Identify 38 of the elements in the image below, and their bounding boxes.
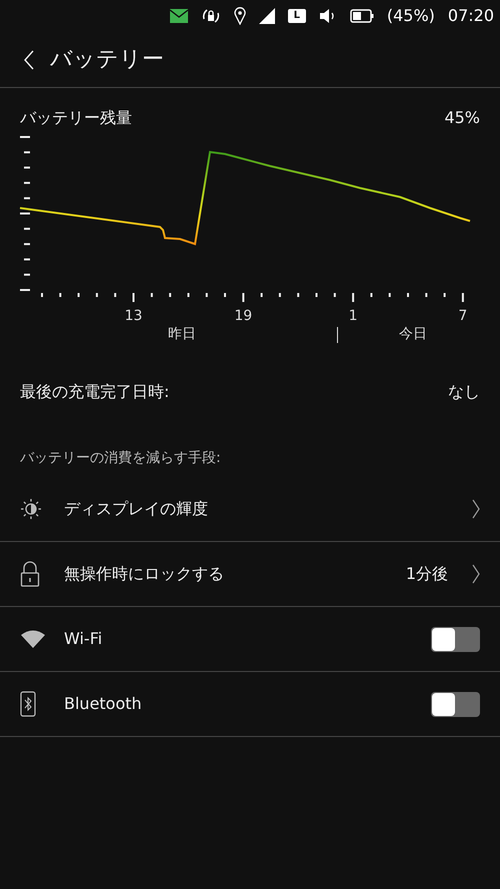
settings-row[interactable]: ディスプレイの輝度 [0,477,500,542]
settings-row[interactable]: Wi-Fi [0,607,500,672]
axis-label: 19 [234,307,252,326]
signal-icon [258,8,275,24]
battery-level-label: バッテリー残量 [20,107,132,129]
battery-percent: (45%) [386,5,435,27]
toggle-switch[interactable] [431,692,480,716]
axis-label: 1 [348,307,358,326]
wifi-icon [20,629,46,649]
settings-row[interactable]: Bluetooth [0,672,500,737]
toggle-switch[interactable] [431,626,480,652]
network-badge: L [288,9,306,23]
last-charge-value: なし [448,381,480,403]
settings-row[interactable]: 無操作時にロックする 1分後 [0,542,500,607]
location-pin-icon [234,7,246,25]
axis-label: 7 [458,307,468,326]
axis-label: 13 [124,307,142,326]
battery-level-value: 45% [444,107,480,129]
mail-icon [170,9,188,23]
lock-icon [20,561,40,587]
last-charge-label: 最後の充電完了日時: [20,381,170,403]
row-value: 1分後 [406,563,448,585]
clock: 07:20 [448,5,494,27]
battery-icon [350,9,374,23]
bluetooth-icon [20,691,36,717]
chevron-icon [472,564,480,584]
row-label: ディスプレイの輝度 [64,498,209,520]
day-label: 昨日 [168,325,196,344]
page-title: バッテリー [50,46,164,74]
day-label: 今日 [399,325,427,344]
rotation-lock-icon [200,7,221,25]
row-label: Bluetooth [64,693,143,715]
row-label: Wi-Fi [64,628,104,650]
chevron-icon [472,499,480,519]
brightness-icon [20,498,42,520]
section-header: バッテリーの消費を減らす手段: [19,449,222,468]
row-label: 無操作時にロックする [64,563,225,585]
day-separator [337,327,338,343]
